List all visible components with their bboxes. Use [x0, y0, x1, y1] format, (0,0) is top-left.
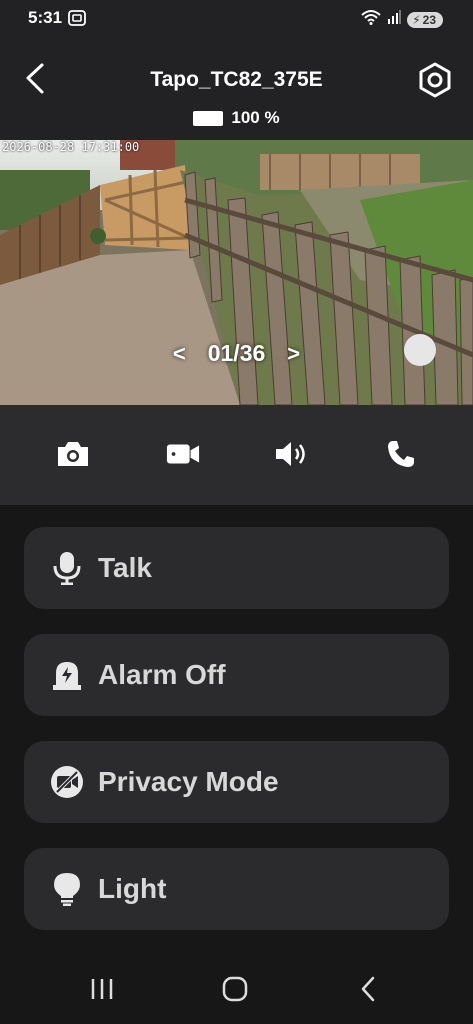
sound-button[interactable]: [274, 439, 308, 469]
privacy-mode-button[interactable]: Privacy Mode: [24, 741, 449, 823]
call-button[interactable]: [384, 439, 418, 469]
video-feed[interactable]: 2026-08-28 17:31:00 < 01/36 >: [0, 140, 473, 405]
video-off-icon: [50, 765, 84, 799]
screen-record-icon: [68, 10, 86, 26]
video-controls: [0, 405, 473, 505]
lightbulb-icon: [50, 872, 84, 906]
microphone-icon: [50, 551, 84, 585]
clip-counter: 01/36: [207, 340, 266, 366]
charging-icon: ⚡: [412, 12, 421, 27]
alarm-label: Alarm Off: [98, 659, 226, 690]
back-icon: [361, 976, 375, 1002]
home-button[interactable]: [217, 974, 253, 1004]
phone-battery: ⚡ 23: [407, 11, 443, 28]
home-icon: [222, 976, 248, 1002]
system-nav-bar: [0, 954, 473, 1024]
talk-button[interactable]: Talk: [24, 527, 449, 609]
phone-icon: [388, 441, 414, 467]
camera-battery: 100 %: [0, 108, 473, 128]
status-icons: ⚡ 23: [361, 9, 443, 30]
header: Tapo_TC82_375E 100 %: [0, 50, 473, 140]
camera-battery-level: 100 %: [231, 108, 280, 127]
record-button[interactable]: [166, 439, 200, 469]
system-back-button[interactable]: [350, 974, 386, 1004]
snapshot-button[interactable]: [56, 439, 90, 469]
battery-icon: [193, 110, 224, 126]
siren-icon: [50, 658, 84, 692]
next-clip-button[interactable]: >: [287, 341, 300, 367]
wifi-icon: [361, 9, 381, 30]
settings-button[interactable]: [417, 62, 453, 98]
signal-icon: [387, 10, 402, 29]
camera-icon: [58, 442, 88, 466]
light-label: Light: [98, 873, 167, 904]
video-timestamp: 2026-08-28 17:31:00: [2, 140, 140, 154]
recents-button[interactable]: [84, 974, 120, 1004]
speaker-icon: [276, 442, 305, 466]
video-camera-icon: [166, 444, 200, 464]
previous-clip-button[interactable]: <: [173, 341, 186, 367]
recents-icon: [91, 979, 113, 999]
status-bar: 5:31 ⚡ 23: [0, 0, 473, 36]
privacy-mode-label: Privacy Mode: [98, 766, 279, 797]
phone-battery-level: 23: [422, 12, 436, 27]
clip-navigator: < 01/36 >: [0, 340, 473, 367]
page-title: Tapo_TC82_375E: [150, 68, 323, 91]
alarm-button[interactable]: Alarm Off: [24, 634, 449, 716]
talk-label: Talk: [98, 552, 152, 583]
status-time: 5:31: [28, 8, 63, 27]
light-button[interactable]: Light: [24, 848, 449, 930]
gear-icon: [419, 62, 451, 98]
